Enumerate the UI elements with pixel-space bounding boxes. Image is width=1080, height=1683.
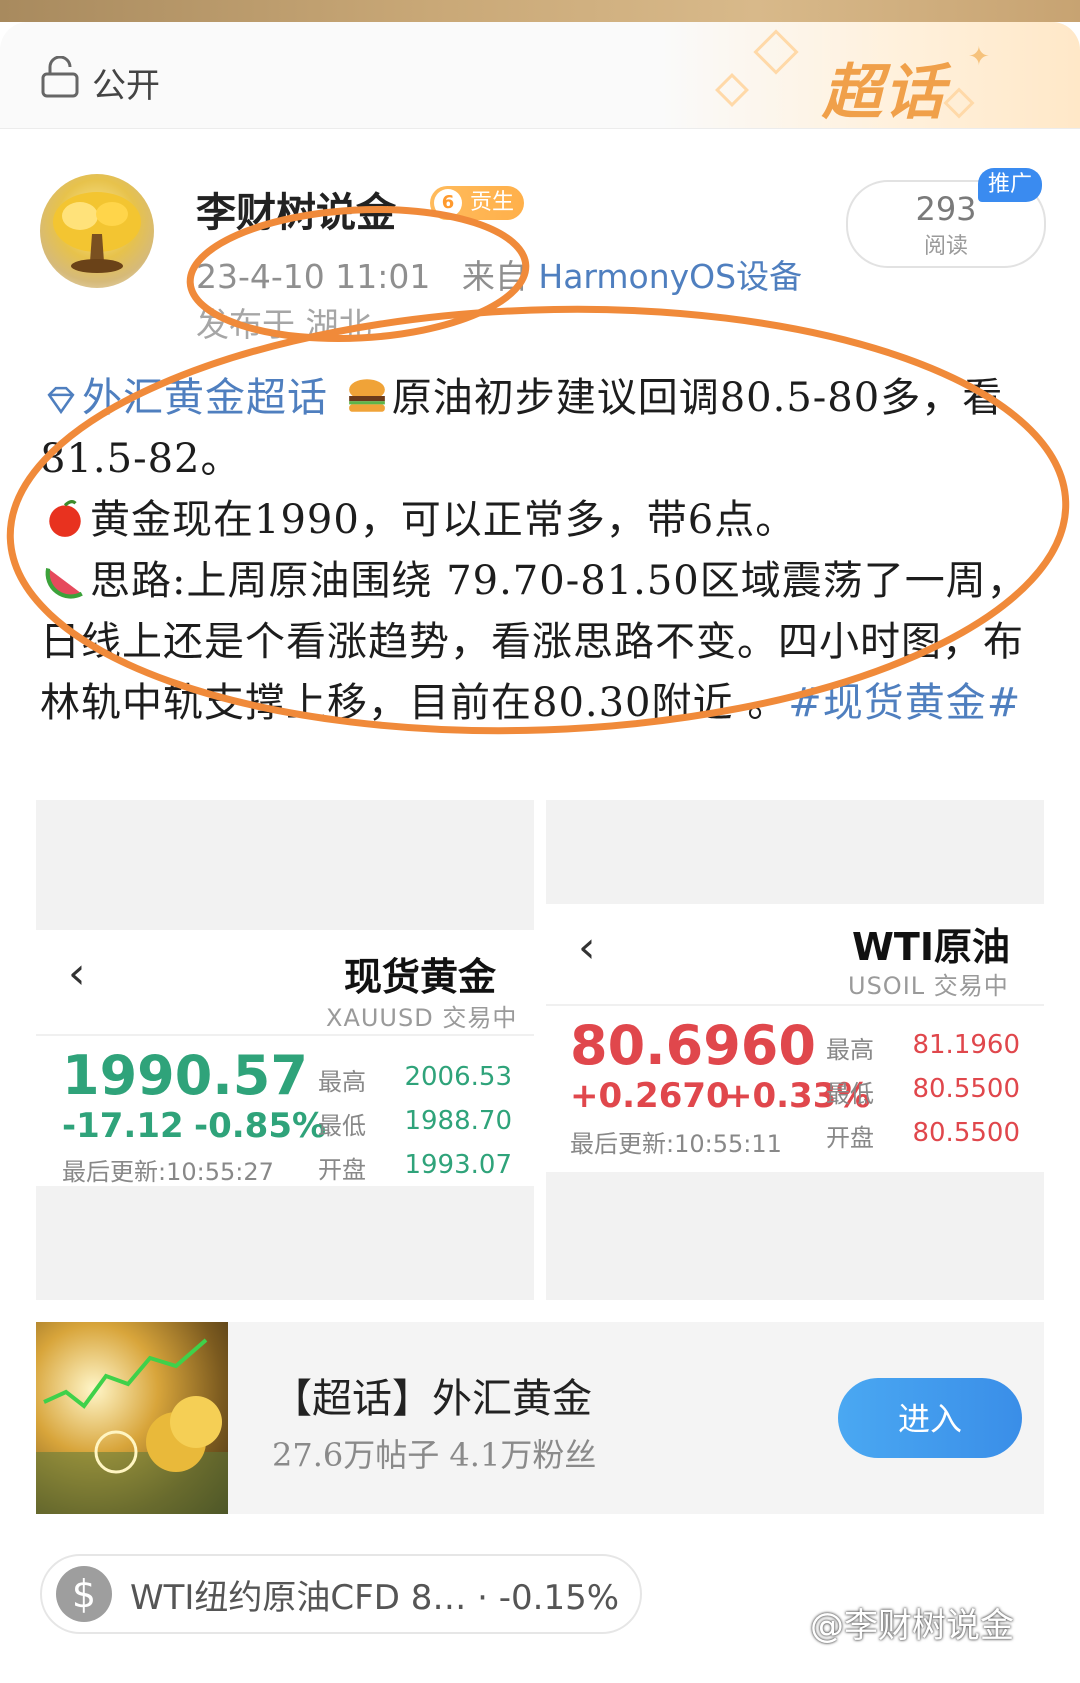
open-value: 1993.07 — [404, 1150, 512, 1180]
divider — [546, 1004, 1044, 1006]
low-label: 最低 — [826, 1080, 874, 1108]
quote-title: 现货黄金 — [344, 955, 497, 999]
topic-thumbnail — [36, 1322, 228, 1514]
post-location: 发布于 湖北 — [196, 305, 372, 344]
low-value: 1988.70 — [404, 1106, 512, 1136]
high-value: 81.1960 — [912, 1030, 1020, 1060]
top-banner-strip — [0, 0, 1080, 22]
topic-link[interactable]: 外汇黄金超话 — [40, 375, 328, 421]
quote-subtitle: XAUUSD 交易中 — [326, 1004, 518, 1032]
quote-card-gold[interactable]: ‹ 现货黄金 XAUUSD 交易中 1990.57 -17.12 -0.85% … — [36, 800, 534, 1300]
post-timestamp: 23-4-10 11:01 — [196, 257, 431, 296]
quote-price: 80.6960 — [570, 1014, 816, 1077]
quote-change: +0.2670 — [570, 1076, 730, 1116]
high-value: 2006.53 — [404, 1062, 512, 1092]
promote-badge[interactable]: 推广 — [978, 168, 1043, 202]
quote-card-body: ‹ WTI原油 USOIL 交易中 80.6960 +0.2670 +0.33%… — [546, 904, 1044, 1172]
burger-icon — [348, 379, 385, 412]
high-label: 最高 — [318, 1068, 366, 1096]
enter-button[interactable]: 进入 — [838, 1378, 1022, 1458]
quote-price: 1990.57 — [62, 1044, 308, 1107]
source-prefix: 来自 — [461, 257, 528, 296]
post-header-bar: 公开 超话 ✦ — [0, 22, 1080, 129]
visibility-label[interactable]: 公开 — [92, 58, 160, 107]
low-label: 最低 — [318, 1112, 366, 1140]
open-value: 80.5500 — [912, 1118, 1020, 1148]
topic-stats: 27.6万帖子 4.1万粉丝 — [272, 1436, 597, 1474]
low-value: 80.5500 — [912, 1074, 1020, 1104]
avatar[interactable] — [40, 174, 154, 288]
author-name[interactable]: 李财树说金 — [196, 180, 396, 238]
quote-card-oil[interactable]: ‹ WTI原油 USOIL 交易中 80.6960 +0.2670 +0.33%… — [546, 800, 1044, 1300]
gold-chart-image-icon — [36, 1338, 228, 1514]
badge-label: 贡生 — [470, 190, 515, 215]
quote-updated: 最后更新:10:55:27 — [62, 1158, 274, 1186]
post-line-2: 黄金现在1990，可以正常多，带6点。 — [90, 497, 797, 543]
member-badge[interactable]: 6 贡生 — [430, 186, 525, 220]
lock-open-icon — [41, 56, 79, 98]
post-body: 外汇黄金超话 原油初步建议回调80.5-80多，看81.5-82。 黄金现在19… — [40, 368, 1040, 734]
divider — [36, 1034, 534, 1036]
quote-subtitle: USOIL 交易中 — [848, 972, 1009, 1000]
open-label: 开盘 — [318, 1156, 366, 1184]
high-label: 最高 — [826, 1036, 874, 1064]
quote-change: -17.12 — [62, 1106, 184, 1146]
apple-icon — [49, 500, 81, 537]
sparkle-icon: ✦ — [968, 42, 990, 72]
source-device-link[interactable]: HarmonyOS设备 — [538, 257, 802, 296]
quote-card-body: ‹ 现货黄金 XAUUSD 交易中 1990.57 -17.12 -0.85% … — [36, 930, 534, 1186]
quote-change-pct: -0.85% — [194, 1106, 327, 1146]
post-meta: 23-4-10 11:01 来自 HarmonyOS设备 — [196, 250, 802, 298]
back-chevron-icon[interactable]: ‹ — [578, 922, 596, 973]
open-label: 开盘 — [826, 1124, 874, 1152]
watermelon-icon — [45, 568, 83, 599]
diamond-icon — [47, 386, 75, 415]
back-chevron-icon[interactable]: ‹ — [68, 948, 86, 999]
stock-ticker-pill[interactable]: $ WTI纽约原油CFD 8… · -0.15% — [40, 1554, 642, 1634]
topic-name: 【超话】外汇黄金 — [272, 1376, 592, 1422]
watermark-text: @李财树说金 — [810, 1606, 1014, 1646]
stock-ticker-text: WTI纽约原油CFD 8… · -0.15% — [130, 1578, 620, 1618]
read-label: 阅读 — [923, 234, 968, 259]
hashtag-link[interactable]: #现货黄金# — [788, 680, 1021, 726]
super-topic-card[interactable]: 【超话】外汇黄金 27.6万帖子 4.1万粉丝 进入 — [36, 1322, 1044, 1514]
dollar-icon: $ — [56, 1566, 112, 1622]
money-tree-icon — [53, 192, 141, 273]
super-topic-logo[interactable]: 超话 — [822, 44, 946, 128]
quote-title: WTI原油 — [852, 925, 1010, 969]
quote-updated: 最后更新:10:55:11 — [570, 1130, 782, 1158]
level-number: 6 — [434, 189, 462, 217]
